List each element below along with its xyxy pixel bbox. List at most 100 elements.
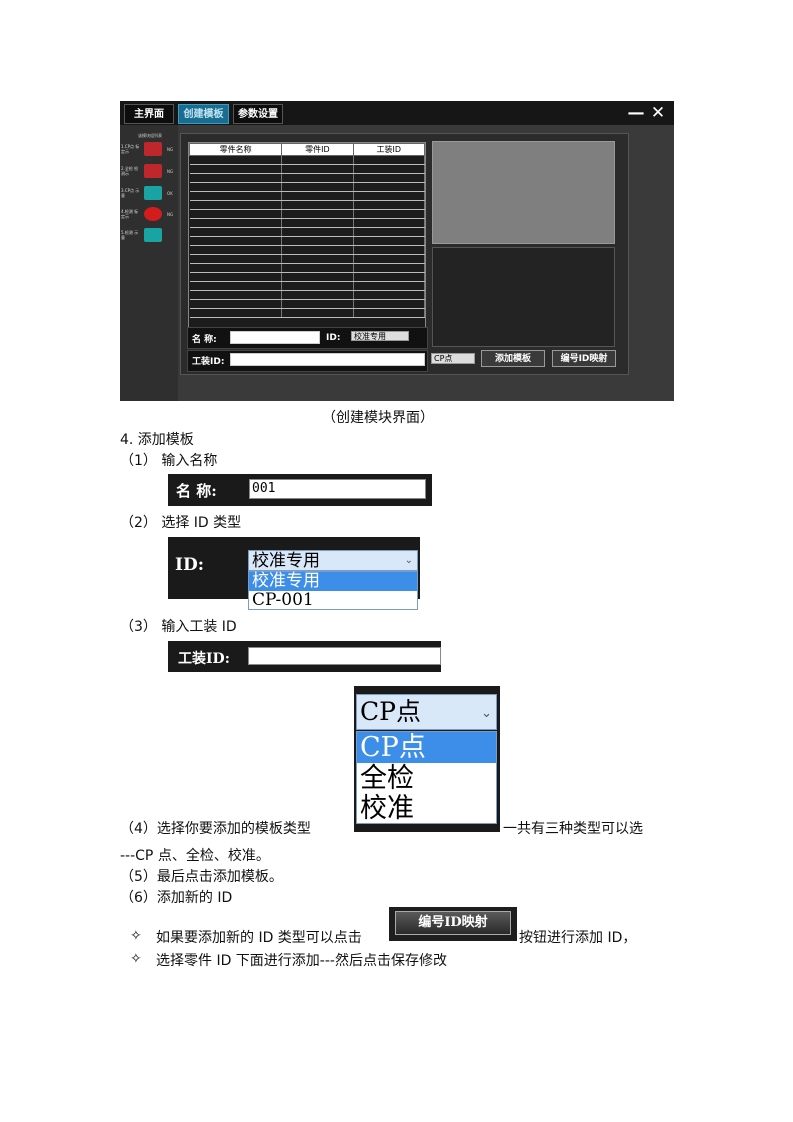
fixture-id-input[interactable] [248, 647, 441, 665]
table-cell[interactable] [353, 191, 426, 201]
table-cell[interactable] [189, 182, 283, 192]
template-type-select[interactable]: CP点 ⌄ [356, 694, 497, 730]
table-row[interactable] [189, 281, 426, 291]
id-type-option[interactable]: 校准专用 [249, 572, 417, 591]
table-row[interactable] [189, 254, 426, 264]
add-template-button[interactable]: 添加模板 [481, 350, 545, 367]
sidebar-item[interactable]: 2.全检 检测示 NG [120, 164, 178, 182]
table-cell[interactable] [189, 254, 283, 264]
table-row[interactable] [189, 218, 426, 228]
table-cell[interactable] [189, 236, 283, 246]
table-cell[interactable] [189, 200, 283, 210]
tab-parameter-settings[interactable]: 参数设置 [233, 104, 283, 124]
table-cell[interactable] [189, 155, 283, 165]
table-cell[interactable] [189, 281, 283, 291]
table-cell[interactable] [189, 245, 283, 255]
close-icon[interactable]: ✕ [648, 104, 668, 122]
id-type-option[interactable]: CP-001 [249, 591, 417, 610]
template-type-option[interactable]: 全检 [357, 763, 496, 794]
table-cell[interactable] [281, 236, 354, 246]
fixture-id-input[interactable] [230, 353, 425, 366]
table-row[interactable] [189, 263, 426, 273]
table-cell[interactable] [353, 245, 426, 255]
name-input[interactable] [230, 331, 320, 344]
table-cell[interactable] [281, 173, 354, 183]
table-cell[interactable] [189, 308, 283, 318]
table-cell[interactable] [189, 173, 283, 183]
table-cell[interactable] [353, 218, 426, 228]
table-cell[interactable] [281, 200, 354, 210]
sidebar-item[interactable]: 3.CP点 示意 OK [120, 186, 178, 204]
tab-create-template[interactable]: 创建模板 [178, 104, 229, 124]
table-cell[interactable] [281, 299, 354, 309]
table-cell[interactable] [353, 254, 426, 264]
table-cell[interactable] [353, 209, 426, 219]
name-input[interactable]: 001 [249, 479, 426, 499]
table-cell[interactable] [281, 218, 354, 228]
table-row[interactable] [189, 299, 426, 309]
table-cell[interactable] [189, 191, 283, 201]
table-row[interactable] [189, 227, 426, 237]
table-cell[interactable] [281, 254, 354, 264]
sidebar-item[interactable]: 4.检测 标定示 NG [120, 207, 178, 225]
map-id-button[interactable]: 编号ID映射 [552, 350, 616, 367]
bullet1-text: 如果要添加新的 ID 类型可以点击 [156, 930, 362, 946]
table-row[interactable] [189, 236, 426, 246]
table-cell[interactable] [353, 263, 426, 273]
table-cell[interactable] [353, 227, 426, 237]
table-cell[interactable] [281, 281, 354, 291]
table-row[interactable] [189, 308, 426, 318]
table-row[interactable] [189, 200, 426, 210]
table-cell[interactable] [281, 290, 354, 300]
table-cell[interactable] [353, 173, 426, 183]
table-cell[interactable] [281, 155, 354, 165]
id-type-select[interactable]: 校准专用 [351, 331, 409, 341]
table-row[interactable] [189, 209, 426, 219]
table-cell[interactable] [353, 182, 426, 192]
table-cell[interactable] [281, 182, 354, 192]
tab-main[interactable]: 主界面 [124, 104, 174, 124]
table-cell[interactable] [353, 290, 426, 300]
table-cell[interactable] [353, 155, 426, 165]
table-cell[interactable] [281, 263, 354, 273]
table-cell[interactable] [281, 245, 354, 255]
template-type-option[interactable]: CP点 [357, 732, 496, 763]
table-cell[interactable] [281, 164, 354, 174]
minimize-icon[interactable]: — [626, 104, 646, 122]
table-row[interactable] [189, 155, 426, 165]
template-type-select[interactable]: CP点 [431, 353, 475, 364]
part-id-table[interactable]: 零件名称 零件ID 工装ID [188, 142, 426, 328]
table-cell[interactable] [281, 308, 354, 318]
table-row[interactable] [189, 173, 426, 183]
table-cell[interactable] [353, 164, 426, 174]
table-cell[interactable] [353, 299, 426, 309]
template-type-option[interactable]: 校准 [357, 793, 496, 824]
table-cell[interactable] [353, 236, 426, 246]
table-row[interactable] [189, 191, 426, 201]
table-cell[interactable] [189, 209, 283, 219]
map-id-button[interactable]: 编号ID映射 [395, 911, 511, 935]
table-cell[interactable] [281, 272, 354, 282]
table-row[interactable] [189, 164, 426, 174]
table-cell[interactable] [353, 200, 426, 210]
table-cell[interactable] [189, 299, 283, 309]
table-row[interactable] [189, 290, 426, 300]
sidebar-item[interactable]: 1.CP点 标定示 NG [120, 142, 178, 160]
table-cell[interactable] [189, 272, 283, 282]
table-cell[interactable] [353, 281, 426, 291]
table-cell[interactable] [353, 308, 426, 318]
table-cell[interactable] [281, 191, 354, 201]
sidebar-item[interactable]: 5.检测 示意 [120, 228, 178, 246]
table-cell[interactable] [189, 290, 283, 300]
table-cell[interactable] [189, 263, 283, 273]
id-type-select[interactable]: 校准专用 ⌄ [248, 550, 418, 571]
table-cell[interactable] [353, 272, 426, 282]
table-cell[interactable] [281, 209, 354, 219]
table-cell[interactable] [189, 164, 283, 174]
table-row[interactable] [189, 245, 426, 255]
table-row[interactable] [189, 272, 426, 282]
table-cell[interactable] [189, 227, 283, 237]
table-cell[interactable] [281, 227, 354, 237]
table-cell[interactable] [189, 218, 283, 228]
table-row[interactable] [189, 182, 426, 192]
